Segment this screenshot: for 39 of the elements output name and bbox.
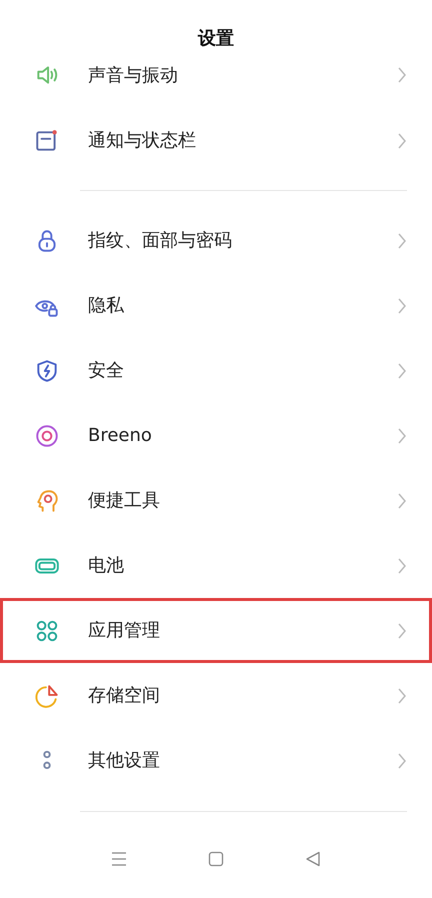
item-label: 电池 xyxy=(88,554,125,578)
settings-item[interactable]: 应用管理 xyxy=(0,598,432,663)
settings-item[interactable]: 其他设置 xyxy=(0,728,432,793)
settings-item[interactable]: 声音与振动 xyxy=(0,60,432,108)
item-label: 便捷工具 xyxy=(88,489,161,513)
chevron-icon xyxy=(397,132,407,150)
chevron-icon xyxy=(397,296,407,314)
chevron-icon xyxy=(397,426,407,444)
item-label: 其他设置 xyxy=(88,749,161,773)
chevron-icon xyxy=(397,66,407,84)
settings-item[interactable]: 电池 xyxy=(0,533,432,598)
item-label: 隐私 xyxy=(88,294,125,318)
chevron-icon xyxy=(397,492,407,510)
chevron-icon xyxy=(397,686,407,704)
item-label: 存储空间 xyxy=(88,684,161,708)
item-label: 声音与振动 xyxy=(88,64,179,88)
chevron-icon xyxy=(397,556,407,574)
item-label: 应用管理 xyxy=(88,619,161,643)
menu-icon[interactable] xyxy=(110,850,127,866)
item-label: 通知与状态栏 xyxy=(88,129,197,153)
chevron-icon xyxy=(397,622,407,640)
chevron-icon xyxy=(397,232,407,250)
pie-icon xyxy=(34,682,60,708)
settings-item[interactable]: Breeno xyxy=(0,403,432,468)
settings-item[interactable]: 安全 xyxy=(0,338,432,403)
chevron-icon xyxy=(397,362,407,380)
settings-item[interactable]: 通知与状态栏 xyxy=(0,108,432,173)
item-label: Breeno xyxy=(88,424,153,448)
settings-item[interactable]: 指纹、面部与密码 xyxy=(0,208,432,273)
settings-item[interactable]: 便捷工具 xyxy=(0,468,432,533)
back-triangle-icon[interactable] xyxy=(305,850,322,866)
item-label: 安全 xyxy=(88,359,125,383)
ring-icon xyxy=(34,422,60,448)
item-label: 指纹、面部与密码 xyxy=(88,229,233,253)
home-square-icon[interactable] xyxy=(208,850,224,866)
chevron-icon xyxy=(397,752,407,770)
page-title: 设置 xyxy=(198,27,234,51)
settings-item[interactable]: 存储空间 xyxy=(0,663,432,728)
settings-item[interactable]: 隐私 xyxy=(0,273,432,338)
